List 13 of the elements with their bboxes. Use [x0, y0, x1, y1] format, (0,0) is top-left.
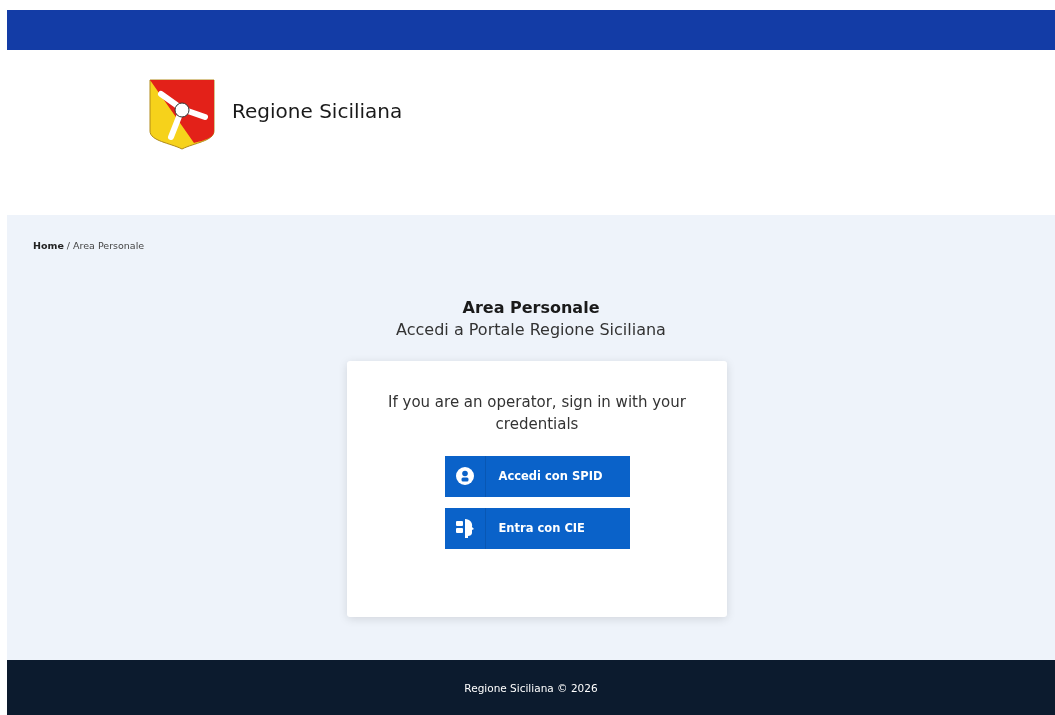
login-message: If you are an operator, sign in with your credentials [387, 392, 687, 435]
page-subtitle: Accedi a Portale Regione Siciliana [396, 320, 666, 339]
breadcrumb-separator: / [66, 240, 71, 251]
footer-copyright: Regione Siciliana © 2026 [464, 681, 598, 694]
site-title: Regione Siciliana [232, 99, 403, 123]
breadcrumb-current: Area Personale [73, 240, 145, 251]
breadcrumb-link[interactable]: Home [33, 240, 64, 251]
coat-of-arms-logo [149, 79, 215, 150]
user-icon [455, 467, 474, 485]
page-title: Area Personale [462, 298, 600, 317]
id-card-icon [455, 518, 474, 538]
cie-login-button[interactable]: Entra con CIE [444, 507, 630, 549]
spid-login-button[interactable]: Accedi con SPID [444, 455, 630, 497]
